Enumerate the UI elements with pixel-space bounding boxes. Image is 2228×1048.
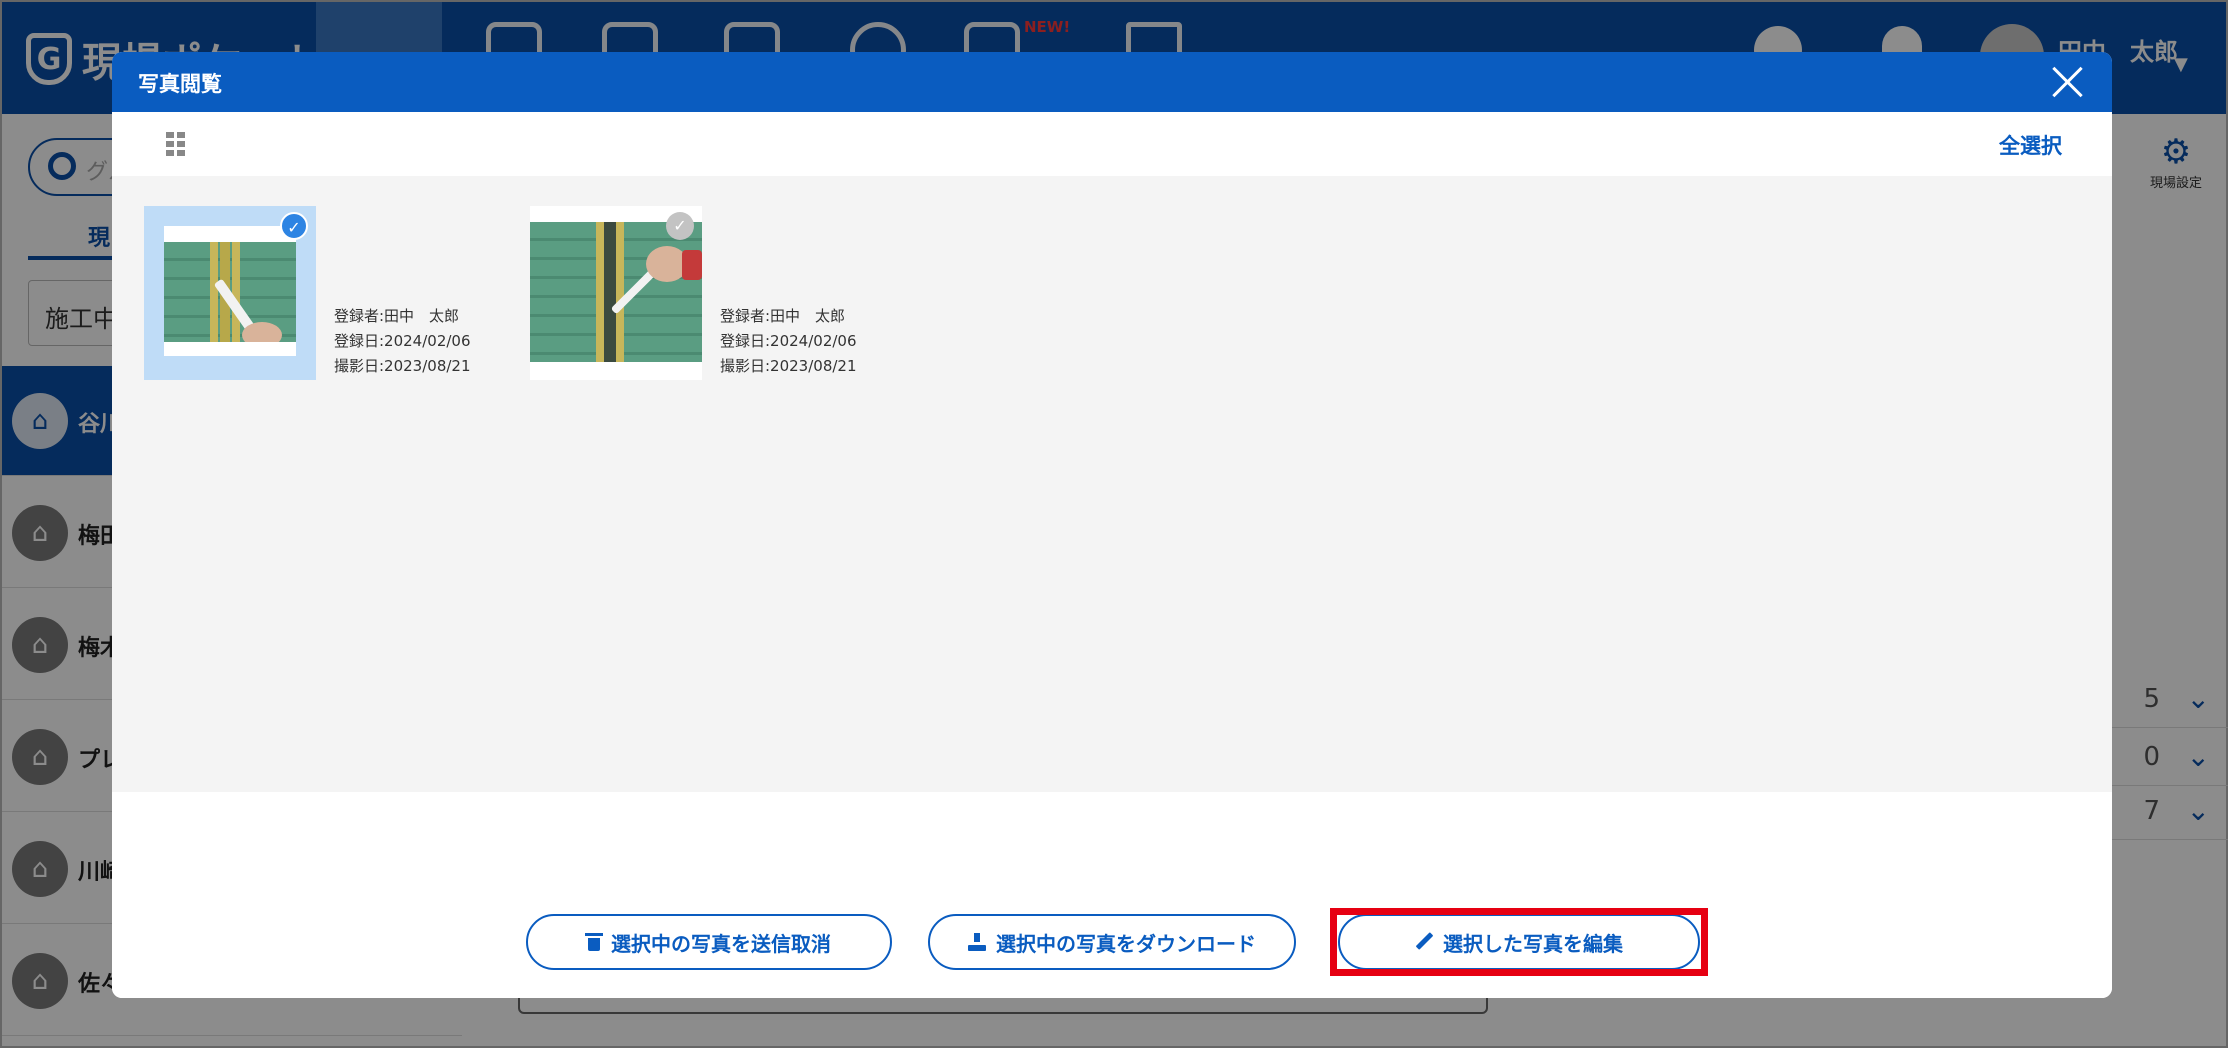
- photo-registrant: 登録者:田中 太郎: [720, 307, 846, 325]
- modal-footer: 選択中の写真を送信取消 選択中の写真をダウンロード 選択した写真を編集: [112, 792, 2112, 998]
- photo-meta: 登録者:田中 太郎 登録日:2024/02/06 撮影日:2023/08/21: [334, 304, 471, 379]
- photo-card[interactable]: ✓ 登録者:田中 太郎 登録日:2024/02/06 撮影日:2023/08/2…: [530, 206, 910, 380]
- cancel-send-button[interactable]: 選択中の写真を送信取消: [526, 914, 892, 970]
- photo-image: [530, 222, 702, 362]
- modal-toolbar: 全選択: [112, 112, 2112, 176]
- masking-tape: [596, 222, 604, 362]
- cancel-send-label: 選択中の写真を送信取消: [611, 931, 831, 956]
- photo-viewer-modal: 写真閲覧 全選択 ✓ 登録者:田中 太郎 登録日:2024/02/06 撮影日:…: [112, 52, 2112, 998]
- photo-thumbnail[interactable]: ✓: [530, 206, 702, 380]
- sleeve: [682, 250, 702, 280]
- photo-thumbnail-selected[interactable]: ✓: [144, 206, 316, 380]
- download-button[interactable]: 選択中の写真をダウンロード: [928, 914, 1296, 970]
- checkmark-icon[interactable]: ✓: [666, 212, 694, 240]
- hand: [242, 322, 282, 342]
- photo-meta: 登録者:田中 太郎 登録日:2024/02/06 撮影日:2023/08/21: [720, 304, 857, 379]
- modal-header: 写真閲覧: [112, 52, 2112, 112]
- masking-tape: [210, 242, 218, 342]
- edit-photos-button[interactable]: 選択した写真を編集: [1338, 914, 1700, 970]
- masking-tape: [232, 242, 240, 342]
- photo-shot-date: 撮影日:2023/08/21: [334, 357, 471, 375]
- download-icon: [968, 933, 986, 951]
- close-icon[interactable]: [2050, 64, 2086, 100]
- masking-tape: [616, 222, 624, 362]
- photo-image: [164, 226, 296, 356]
- photo-registered-date: 登録日:2024/02/06: [720, 332, 857, 350]
- photo-shot-date: 撮影日:2023/08/21: [720, 357, 857, 375]
- photo-registered-date: 登録日:2024/02/06: [334, 332, 471, 350]
- photo-card[interactable]: ✓ 登録者:田中 太郎 登録日:2024/02/06 撮影日:2023/08/2…: [144, 206, 524, 380]
- select-all-button[interactable]: 全選択: [1999, 130, 2062, 160]
- edit-photos-label: 選択した写真を編集: [1443, 931, 1623, 956]
- photo-scene: [164, 242, 296, 342]
- grid-view-icon[interactable]: [166, 132, 186, 156]
- download-label: 選択中の写真をダウンロード: [996, 931, 1256, 956]
- sealant-joint: [604, 222, 616, 362]
- photo-registrant: 登録者:田中 太郎: [334, 307, 460, 325]
- modal-title: 写真閲覧: [138, 72, 222, 96]
- photo-grid: ✓ 登録者:田中 太郎 登録日:2024/02/06 撮影日:2023/08/2…: [112, 176, 2112, 792]
- pencil-icon: [1415, 933, 1433, 951]
- trash-icon: [585, 933, 603, 951]
- checkmark-icon[interactable]: ✓: [280, 212, 308, 240]
